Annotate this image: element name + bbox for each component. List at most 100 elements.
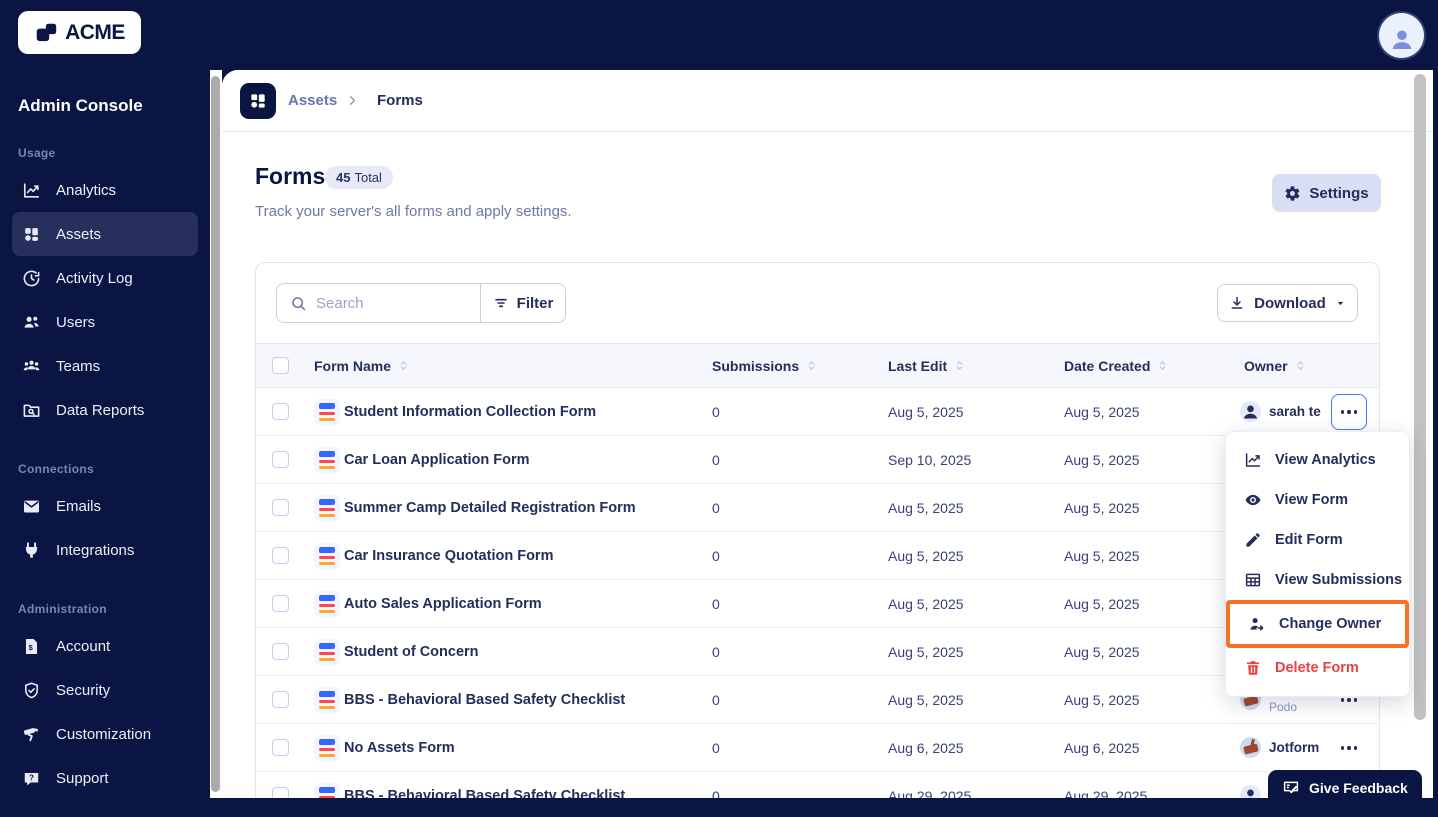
sidebar-nav: Usage Analytics Assets Activity Log Users Tea… [0,146,210,800]
main-scrollbar-thumb[interactable] [1414,74,1426,720]
page-title: Forms [255,163,326,189]
form-name[interactable]: BBS - Behavioral Based Safety Checklist [344,676,625,723]
date-created: Aug 5, 2025 [1064,403,1140,420]
table-header: Form Name Submissions Last Edit Date Cre… [256,343,1379,388]
menu-item-change-owner[interactable]: Change Owner [1230,604,1405,644]
table-row[interactable]: Student of Concern 0 Aug 5, 2025 Aug 5, … [256,628,1379,676]
integrations-icon [22,541,41,560]
select-all-checkbox[interactable] [272,356,289,374]
row-actions-button[interactable] [1331,730,1367,766]
owner-name: Jotform [1269,740,1320,755]
search-filter-group: Filter [276,283,566,323]
form-name[interactable]: Auto Sales Application Form [344,580,542,627]
acme-logo[interactable]: ACME [18,11,141,54]
row-checkbox[interactable] [272,594,289,612]
sidebar-item-emails[interactable]: Emails [12,484,198,528]
row-checkbox[interactable] [272,546,289,564]
sidebar-item-label: Users [56,313,96,331]
sidebar-item-integrations[interactable]: Integrations [12,528,198,572]
sidebar-item-assets[interactable]: Assets [12,212,198,256]
form-name[interactable]: Summer Camp Detailed Registration Form [344,484,636,531]
topbar: ACME [0,0,1438,70]
row-checkbox[interactable] [272,498,289,516]
table-row[interactable]: Car Loan Application Form 0 Sep 10, 2025… [256,436,1379,484]
menu-item-view-form[interactable]: View Form [1226,480,1409,520]
row-checkbox[interactable] [272,402,289,420]
give-feedback-button[interactable]: Give Feedback [1268,770,1422,806]
sidebar-item-analytics[interactable]: Analytics [12,168,198,212]
search-box[interactable] [277,284,481,322]
assets-icon [248,91,268,111]
filter-label: Filter [516,294,554,312]
settings-button[interactable]: Settings [1272,174,1381,212]
row-actions-button[interactable] [1331,394,1367,430]
form-name[interactable]: No Assets Form [344,724,455,771]
column-header-date-created[interactable]: Date Created [1064,344,1169,387]
table-row[interactable]: No Assets Form 0 Aug 6, 2025 Aug 6, 2025… [256,724,1379,772]
emails-icon [22,497,41,516]
sidebar-item-security[interactable]: Security [12,668,198,712]
menu-item-delete-form[interactable]: Delete Form [1226,648,1409,688]
sidebar-item-support[interactable]: ? Support [12,756,198,800]
sidebar-item-label: Activity Log [56,269,133,287]
sidebar-item-customization[interactable]: Customization [12,712,198,756]
row-checkbox[interactable] [272,690,289,708]
search-icon [290,295,307,312]
submissions-count: 0 [712,595,720,612]
last-edit-date: Aug 5, 2025 [888,691,964,708]
submissions-count: 0 [712,403,720,420]
gear-icon [1284,185,1301,202]
date-created: Aug 5, 2025 [1064,547,1140,564]
filter-button[interactable]: Filter [481,284,565,322]
menu-item-view-analytics[interactable]: View Analytics [1226,440,1409,480]
sidebar-item-label: Account [56,637,111,655]
column-header-last-edit[interactable]: Last Edit [888,344,966,387]
sort-icon [397,359,410,372]
user-avatar[interactable] [1379,13,1424,58]
sort-icon [805,359,818,372]
table-row[interactable]: Summer Camp Detailed Registration Form 0… [256,484,1379,532]
row-checkbox[interactable] [272,450,289,468]
date-created: Aug 5, 2025 [1064,499,1140,516]
table-row[interactable]: BBS - Behavioral Based Safety Checklist … [256,676,1379,724]
sidebar-item-activity-log[interactable]: Activity Log [12,256,198,300]
form-name[interactable]: Student Information Collection Form [344,388,596,435]
table-row[interactable]: Student Information Collection Form 0 Au… [256,388,1379,436]
search-input[interactable] [316,294,456,312]
column-header-submissions[interactable]: Submissions [712,344,818,387]
sidebar-scrollbar-track[interactable] [210,70,222,798]
last-edit-date: Aug 5, 2025 [888,547,964,564]
table-row[interactable]: Auto Sales Application Form 0 Aug 5, 202… [256,580,1379,628]
analytics-icon [22,181,41,200]
sidebar-item-teams[interactable]: Teams [12,344,198,388]
column-header-form-name[interactable]: Form Name [314,344,410,387]
row-checkbox[interactable] [272,738,289,756]
submissions-count: 0 [712,451,720,468]
menu-item-view-submissions[interactable]: View Submissions [1226,560,1409,600]
download-button[interactable]: Download [1217,284,1358,322]
form-name[interactable]: Car Insurance Quotation Form [344,532,553,579]
submissions-count: 0 [712,643,720,660]
sidebar-item-users[interactable]: Users [12,300,198,344]
table-row[interactable]: Car Insurance Quotation Form 0 Aug 5, 20… [256,532,1379,580]
person-arrow-icon [1248,615,1266,633]
form-name[interactable]: Student of Concern [344,628,479,675]
sidebar-item-data-reports[interactable]: Data Reports [12,388,198,432]
breadcrumb-parent[interactable]: Assets [288,92,337,109]
sidebar-scrollbar-thumb[interactable] [211,76,220,792]
sort-icon [1156,359,1169,372]
assets-breadcrumb-icon-badge [240,83,276,119]
form-icon [314,495,340,521]
column-header-owner[interactable]: Owner [1244,344,1307,387]
form-name[interactable]: Car Loan Application Form [344,436,530,483]
form-icon [314,639,340,665]
assets-icon [22,225,41,244]
sidebar-item-account[interactable]: $ Account [12,624,198,668]
sidebar-item-label: Data Reports [56,401,145,419]
row-checkbox[interactable] [272,642,289,660]
feedback-icon [1282,779,1300,797]
owner-cell: Jotform [1240,724,1326,771]
sidebar-item-label: Assets [56,225,102,243]
person-avatar [1240,401,1261,422]
menu-item-edit-form[interactable]: Edit Form [1226,520,1409,560]
